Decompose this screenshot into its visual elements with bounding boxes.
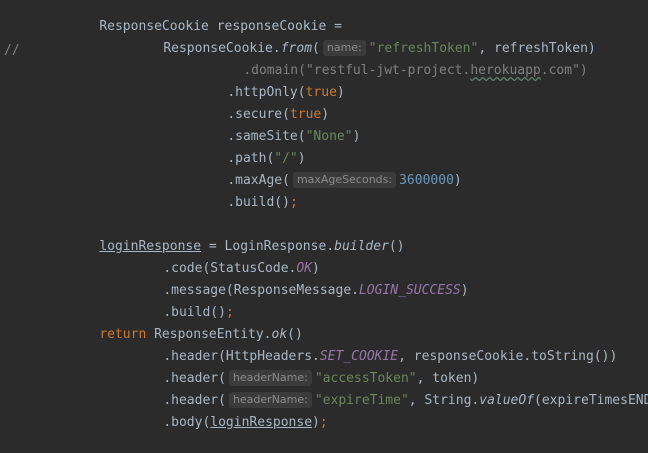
code-text: (expireTimesEND))	[534, 393, 648, 408]
code-line[interactable]: .header(HttpHeaders.SET_COOKIE, response…	[132, 327, 617, 364]
code-line[interactable]: .message(ResponseMessage.LOGIN_SUCCESS)	[132, 261, 468, 298]
code-line[interactable]: .secure(true)	[196, 85, 329, 122]
code-text: )	[579, 63, 588, 78]
code-text: )	[453, 173, 462, 188]
code-line[interactable]: .header(headerName: "expireTime", String.…	[132, 371, 648, 408]
code-text: ()	[388, 239, 405, 254]
code-line[interactable]: loginResponse = LoginResponse.builder()	[68, 217, 404, 254]
constant-name: LOGIN_SUCCESS	[358, 283, 461, 298]
semicolon: ;	[289, 195, 298, 210]
code-text: , String.	[408, 393, 480, 408]
method-name: builder	[334, 239, 389, 254]
typo-underline: herokuapp	[470, 63, 541, 78]
method-name: valueOf	[479, 393, 535, 408]
code-line[interactable]: .httpOnly(true)	[196, 63, 344, 100]
code-line[interactable]: .path("/")	[196, 129, 305, 166]
semicolon: ;	[319, 415, 328, 430]
code-line[interactable]: .code(StatusCode.OK)	[132, 239, 320, 276]
code-line[interactable]: ResponseCookie.from(name: "refreshToken",…	[132, 19, 596, 56]
code-line[interactable]: ResponseCookie responseCookie =	[68, 0, 342, 34]
string-literal: .com"	[540, 63, 580, 78]
parameter-hint: maxAgeSeconds:	[292, 172, 397, 188]
code-line[interactable]: .maxAge(maxAgeSeconds: 3600000)	[196, 151, 462, 188]
comment-marker: //	[4, 43, 20, 58]
code-text: .body(	[163, 415, 211, 430]
code-editor[interactable]: // ResponseCookie responseCookie = Respo…	[0, 0, 648, 430]
code-text: )	[352, 129, 361, 144]
code-line[interactable]: .domain("restful-jwt-project.herokuapp.c…	[212, 41, 587, 78]
code-line[interactable]: return ResponseEntity.ok()	[68, 305, 303, 342]
code-line[interactable]: .build();	[132, 283, 233, 320]
code-line[interactable]: .body(loginResponse);	[132, 393, 327, 430]
string-literal: "expireTime"	[314, 393, 409, 408]
code-line[interactable]: .header(headerName: "accessToken", token)	[132, 349, 479, 386]
code-text: )	[460, 283, 469, 298]
code-line[interactable]: .sameSite("None")	[196, 107, 360, 144]
code-text: )	[312, 415, 320, 430]
code-text: .build()	[227, 195, 290, 210]
variable-name: loginResponse	[210, 415, 313, 430]
code-line[interactable]: .build();	[196, 173, 297, 210]
string-literal: "None"	[305, 129, 353, 144]
number-literal: 3600000	[399, 173, 454, 188]
code-text: )	[336, 85, 345, 100]
